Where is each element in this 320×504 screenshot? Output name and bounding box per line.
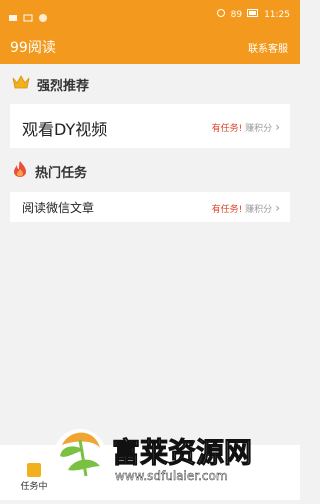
- status-right: 89 11:25: [216, 8, 290, 21]
- app-icon: [38, 8, 48, 22]
- tab-tasks[interactable]: 任务中: [16, 463, 52, 492]
- status-left-icons: [8, 8, 48, 22]
- app-bar: 99阅读 联系客服: [0, 28, 300, 64]
- task-meta: 有任务! 赚积分 ›: [212, 120, 280, 134]
- contact-service-button[interactable]: 联系客服: [248, 40, 288, 55]
- task-points: 赚积分: [245, 123, 273, 134]
- task-card-article[interactable]: 阅读微信文章 有任务! 赚积分 ›: [10, 192, 290, 222]
- tab-tasks-label: 任务中: [20, 482, 48, 492]
- signal-icon: [216, 8, 226, 21]
- bottom-nav: 任务中: [0, 445, 300, 500]
- task-card-video[interactable]: 观看DY视频 有任务! 赚积分 ›: [10, 104, 290, 148]
- notification-icon: [8, 8, 18, 21]
- task-meta: 有任务! 赚积分 ›: [212, 201, 280, 215]
- signal-label: 89: [230, 9, 243, 20]
- mail-icon: [23, 8, 33, 22]
- task-status: 有任务!: [211, 204, 243, 215]
- section-recommended-label: 强烈推荐: [37, 78, 90, 94]
- chevron-right-icon: ›: [275, 201, 280, 215]
- task-points: 赚积分: [245, 204, 273, 215]
- chevron-right-icon: ›: [275, 120, 280, 134]
- app-title: 99阅读: [10, 40, 56, 56]
- crown-icon: [12, 74, 30, 94]
- flame-icon: [12, 160, 28, 182]
- section-hot: 热门任务: [12, 160, 87, 182]
- section-hot-label: 热门任务: [35, 165, 88, 181]
- section-recommended: 强烈推荐: [12, 74, 89, 94]
- task-tab-icon: [27, 463, 41, 477]
- task-title: 阅读微信文章: [22, 201, 95, 215]
- battery-icon: [247, 9, 259, 20]
- task-status: 有任务!: [211, 123, 243, 134]
- task-title: 观看DY视频: [22, 120, 108, 139]
- clock: 11:25: [264, 9, 290, 20]
- status-bar: 89 11:25: [0, 0, 300, 28]
